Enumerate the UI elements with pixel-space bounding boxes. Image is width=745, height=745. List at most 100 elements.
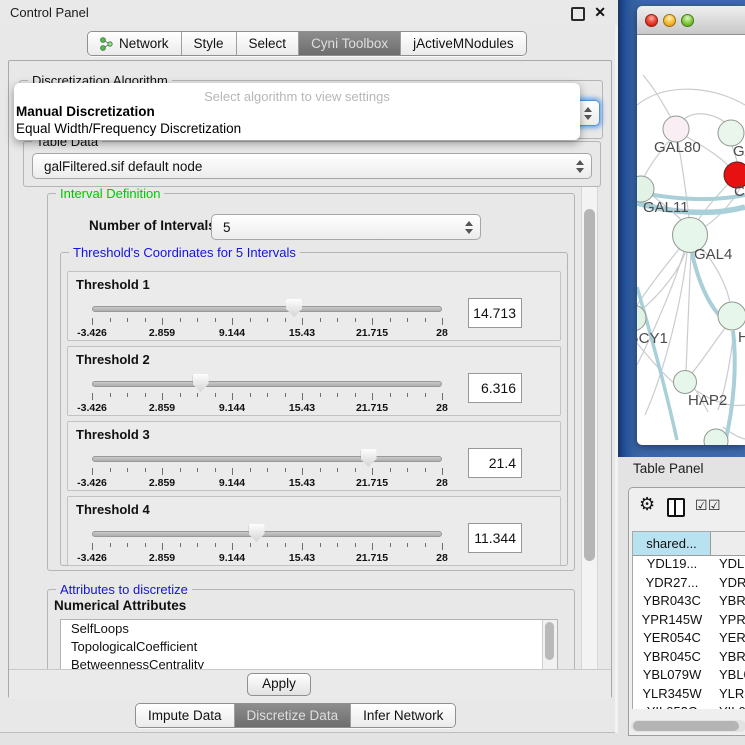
tick-label: 2.859 [149, 327, 175, 339]
slider-thumb-icon[interactable] [361, 449, 377, 467]
dropdown-option-equal-width[interactable]: Equal Width/Frequency Discretization [16, 121, 241, 136]
number-of-intervals-combobox[interactable]: 5 [211, 214, 481, 240]
slider-track[interactable] [92, 381, 442, 387]
slider-thumb-icon[interactable] [193, 374, 209, 392]
table-horizontal-scrollbar[interactable] [631, 720, 745, 732]
threshold-value-field[interactable]: 6.316 [468, 373, 522, 403]
node-bottom[interactable] [704, 429, 728, 445]
table-row[interactable]: YBR043CYBR0 [633, 593, 745, 612]
close-traffic-light-icon[interactable] [645, 14, 658, 27]
tick-mark [162, 393, 163, 400]
scrollbar-thumb[interactable] [584, 209, 595, 561]
dropdown-prompt: Select algorithm to view settings [14, 89, 580, 104]
table-row[interactable]: YIL052CYIL0 [633, 704, 745, 709]
tick-mark [180, 543, 181, 547]
tick-label: 28 [436, 327, 448, 339]
list-item[interactable]: TopologicalCoefficient [61, 638, 557, 656]
tick-mark [180, 393, 181, 397]
table-row[interactable]: YPR145WYPR1 [633, 612, 745, 631]
tab-select[interactable]: Select [237, 32, 300, 55]
cyni-toolbox-panel: Discretization Algorithm Select algorith… [8, 60, 612, 698]
network-canvas[interactable]: GAL80 GA C GAL11 GAL4 GCY1 H HAP2 [637, 35, 745, 445]
table-row[interactable]: YDL19...YDL1 [633, 556, 745, 575]
slider-track[interactable] [92, 531, 442, 537]
dropdown-option-manual[interactable]: Manual Discretization [16, 104, 155, 119]
threshold-slider[interactable]: -3.4262.8599.14415.4321.71528 [92, 521, 442, 563]
tick-label: 15.43 [289, 552, 315, 564]
table-row[interactable]: YBL079WYBL0 [633, 667, 745, 686]
threshold-label: Threshold 4 [76, 502, 150, 517]
slider-thumb-icon[interactable] [249, 524, 265, 542]
tick-mark [145, 318, 146, 322]
tick-mark [232, 543, 233, 550]
threshold-value-field[interactable]: 21.4 [468, 448, 522, 478]
tab-impute-data[interactable]: Impute Data [136, 704, 235, 727]
tab-cyni-toolbox[interactable]: Cyni Toolbox [299, 32, 401, 55]
tick-mark [320, 543, 321, 547]
split-view-icon[interactable] [667, 498, 685, 517]
node-label: H [738, 329, 745, 346]
numerical-attributes-list[interactable]: SelfLoops TopologicalCoefficient Between… [60, 619, 558, 669]
tick-mark [267, 468, 268, 472]
table-row[interactable]: YBR045CYBR0 [633, 649, 745, 668]
tick-mark [267, 393, 268, 397]
tick-mark [302, 468, 303, 475]
column-header-name[interactable]: na [711, 532, 745, 556]
close-icon[interactable]: ✕ [594, 4, 606, 21]
checkbox-icon[interactable]: ☑ [695, 497, 708, 514]
checkbox-icon[interactable]: ☑ [708, 497, 721, 514]
tick-label: -3.426 [77, 477, 107, 489]
tick-mark [302, 318, 303, 325]
tick-mark [110, 543, 111, 547]
list-scrollbar[interactable] [542, 620, 557, 669]
tab-discretize-data[interactable]: Discretize Data [235, 704, 352, 727]
slider-track[interactable] [92, 456, 442, 462]
settings-scrollbar[interactable] [581, 187, 598, 669]
table-panel-title: Table Panel [633, 461, 704, 476]
tick-mark [355, 543, 356, 547]
zoom-traffic-light-icon[interactable] [681, 14, 694, 27]
scrollbar-thumb[interactable] [633, 721, 739, 731]
table-body: YDL19...YDL1YDR27...YDR2YBR043CYBR0YPR14… [633, 556, 745, 709]
tab-style[interactable]: Style [182, 32, 237, 55]
node-label: GAL80 [654, 139, 701, 156]
float-window-icon[interactable] [571, 7, 585, 21]
tick-mark [407, 543, 408, 547]
tick-label: 15.43 [289, 477, 315, 489]
minimize-traffic-light-icon[interactable] [663, 14, 676, 27]
tab-network[interactable]: Network [88, 32, 182, 55]
gear-icon[interactable]: ⚙ [639, 494, 655, 515]
scrollbar-thumb[interactable] [545, 622, 554, 660]
tick-label: 28 [436, 402, 448, 414]
table-row[interactable]: YDR27...YDR2 [633, 575, 745, 594]
threshold-value-field[interactable]: 14.713 [468, 298, 522, 328]
tick-mark [372, 468, 373, 475]
interval-definition-group: Interval Definition Number of Intervals … [47, 193, 575, 571]
node-h[interactable] [718, 302, 745, 330]
tab-jactivemnodules[interactable]: jActiveMNodules [401, 32, 526, 55]
threshold-slider[interactable]: -3.4262.8599.14415.4321.71528 [92, 446, 442, 488]
tick-label: 9.144 [219, 477, 245, 489]
cell-name: YBR0 [711, 649, 745, 668]
list-item[interactable]: SelfLoops [61, 620, 557, 638]
node-hap2[interactable] [674, 371, 697, 394]
column-header-shared-name[interactable]: shared... [633, 532, 711, 556]
tick-mark [337, 468, 338, 472]
tick-label: 21.715 [356, 552, 388, 564]
tick-mark [215, 543, 216, 547]
tick-mark [92, 543, 93, 550]
slider-track[interactable] [92, 306, 442, 312]
table-row[interactable]: YER054CYER0 [633, 630, 745, 649]
tick-mark [127, 543, 128, 547]
threshold-slider[interactable]: -3.4262.8599.14415.4321.71528 [92, 371, 442, 413]
table-data-combobox[interactable]: galFiltered.sif default node [32, 153, 592, 179]
tab-infer-network[interactable]: Infer Network [351, 704, 455, 727]
threshold-value-field[interactable]: 11.344 [468, 523, 522, 553]
tick-mark [145, 468, 146, 472]
threshold-slider[interactable]: -3.4262.8599.14415.4321.71528 [92, 296, 442, 338]
table-row[interactable]: YLR345WYLR3 [633, 686, 745, 705]
apply-button[interactable]: Apply [247, 673, 311, 696]
list-item[interactable]: BetweennessCentrality [61, 656, 557, 669]
slider-thumb-icon[interactable] [286, 299, 302, 317]
tick-mark [145, 543, 146, 547]
